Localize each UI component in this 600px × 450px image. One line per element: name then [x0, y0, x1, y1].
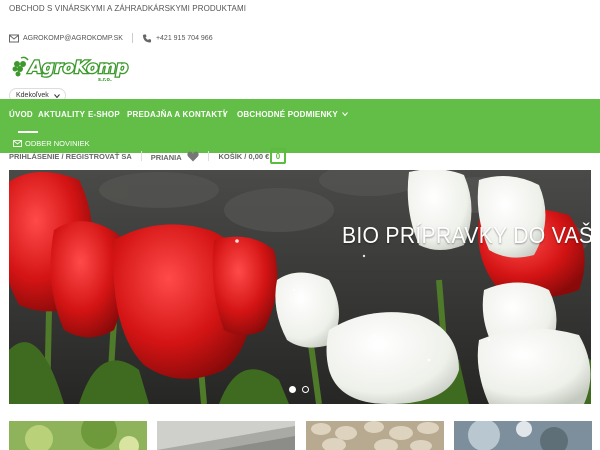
newsletter-label: ODBER NOVINIEK	[25, 138, 90, 148]
contact-phone-link[interactable]: +421 915 704 966	[156, 35, 213, 42]
nav-item-predajna[interactable]: PREDAJŇA A KONTAKTY	[127, 110, 228, 119]
category-tile-3[interactable]	[306, 421, 444, 450]
contact-row: AGROKOMP@AGROKOMP.SK +421 915 704 966	[9, 32, 213, 44]
logo-wordmark: AgroKomp	[27, 58, 128, 78]
grape-logo-icon	[12, 56, 29, 77]
wishlist-link[interactable]: PRIANIA	[151, 151, 200, 162]
chevron-down-icon	[342, 112, 349, 117]
slider-dot-2[interactable]	[302, 386, 309, 393]
heart-icon	[187, 151, 200, 161]
newsletter-link[interactable]: ODBER NOVINIEK	[13, 137, 90, 149]
logo-suffix: s.r.o.	[98, 77, 112, 83]
nav-item-uvod[interactable]: ÚVOD	[9, 110, 33, 119]
category-tile-4[interactable]	[454, 421, 592, 450]
shop-tagline: OBCHOD S VINÁRSKYMI A ZÁHRADKÁRSKYMI PRO…	[9, 4, 247, 13]
main-nav-bar	[0, 99, 600, 153]
account-row: PRIHLÁSENIE / REGISTROVAŤ SA PRIANIA KOŠ…	[9, 150, 269, 162]
account-divider	[208, 151, 210, 161]
nav-item-eshop[interactable]: E-SHOP	[88, 110, 120, 119]
nav-separator: |	[223, 108, 226, 117]
nav-active-indicator	[18, 131, 38, 133]
main-nav: ÚVOD AKTUALITY E-SHOP PREDAJŇA A KONTAKT…	[0, 108, 600, 122]
slider-dots	[289, 386, 309, 393]
phone-icon	[142, 33, 152, 43]
cart-count-badge[interactable]: 0	[270, 148, 286, 164]
hero-slider[interactable]: BIO PRÍPRAVKY DO VAŠ	[9, 170, 591, 404]
contact-divider	[131, 33, 133, 43]
login-register-link[interactable]: PRIHLÁSENIE / REGISTROVAŤ SA	[9, 152, 132, 161]
envelope-icon	[9, 34, 19, 42]
top-bar: OBCHOD S VINÁRSKYMI A ZÁHRADKÁRSKYMI PRO…	[0, 0, 600, 16]
nav-item-aktuality[interactable]: AKTUALITY	[38, 110, 85, 119]
category-tiles	[9, 421, 592, 450]
envelope-icon	[13, 139, 22, 147]
category-tile-2[interactable]	[157, 421, 295, 450]
category-tile-1[interactable]	[9, 421, 147, 450]
account-divider	[140, 151, 142, 161]
nav-item-obchodne-podmienky[interactable]: OBCHODNÉ PODMIENKY	[237, 110, 349, 119]
nav-item-label: OBCHODNÉ PODMIENKY	[237, 110, 338, 119]
slide-caption: BIO PRÍPRAVKY DO VAŠ	[342, 222, 591, 248]
slide-image-tulips	[9, 170, 591, 404]
search-category-value: Kdekoľvek	[16, 92, 49, 99]
site-logo[interactable]: AgroKomp s.r.o.	[12, 54, 142, 84]
wishlist-label: PRIANIA	[150, 152, 182, 162]
contact-email-link[interactable]: AGROKOMP@AGROKOMP.SK	[23, 35, 123, 42]
slider-dot-1[interactable]	[289, 386, 296, 393]
cart-link[interactable]: KOŠÍK / 0,00 €	[218, 152, 269, 161]
